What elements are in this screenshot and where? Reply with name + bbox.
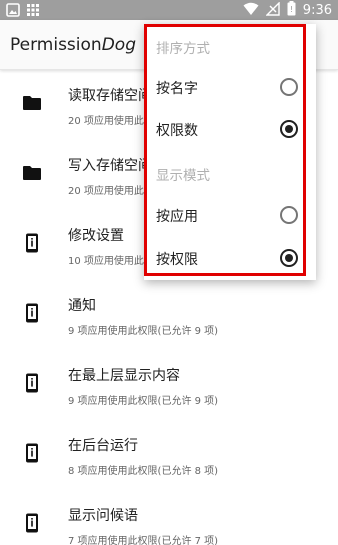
list-item[interactable]: 通知 9 项应用使用此权限(已允许 9 项) — [0, 281, 338, 351]
app-title-italic: Dog — [101, 35, 136, 55]
menu-header-sort: 排序方式 — [156, 41, 210, 57]
menu-header-display: 显示模式 — [156, 168, 210, 184]
list-item-subtitle: 9 项应用使用此权限(已允许 9 项) — [68, 396, 219, 407]
radio-display-by-permission[interactable] — [280, 249, 298, 267]
menu-item-display-by-app[interactable]: 按应用 — [144, 194, 316, 236]
menu-item-label: 按名字 — [156, 81, 198, 97]
list-item-subtitle: 9 项应用使用此权限(已允许 9 项) — [68, 326, 219, 337]
phone-info-icon — [22, 233, 42, 253]
menu-item-sort-by-count[interactable]: 权限数 — [144, 108, 316, 150]
status-bar: ! 9:36 — [0, 0, 338, 20]
signal-icon — [265, 0, 280, 20]
menu-section-display: 显示模式 — [144, 151, 316, 193]
image-icon — [6, 2, 20, 21]
app-title: PermissionDog — [10, 35, 136, 55]
status-time: 9:36 — [302, 3, 332, 18]
menu-item-label: 权限数 — [156, 123, 198, 139]
list-item-title: 修改设置 — [68, 228, 124, 244]
list-item-subtitle: 7 项应用使用此权限(已允许 7 项) — [68, 536, 219, 545]
app-title-regular: Permission — [10, 35, 102, 55]
radio-sort-by-name[interactable] — [280, 78, 298, 96]
phone-info-icon — [22, 373, 42, 393]
list-item-subtitle: 8 项应用使用此权限(已允许 8 项) — [68, 466, 219, 477]
list-item[interactable]: 在后台运行 8 项应用使用此权限(已允许 8 项) — [0, 421, 338, 491]
menu-item-label: 按应用 — [156, 209, 198, 225]
wifi-icon — [243, 2, 259, 20]
svg-text:!: ! — [290, 5, 293, 14]
menu-item-label: 按权限 — [156, 252, 198, 268]
list-item-title: 写入存储空间 — [68, 158, 152, 174]
list-item[interactable]: 在最上层显示内容 9 项应用使用此权限(已允许 9 项) — [0, 351, 338, 421]
list-item-title: 读取存储空间 — [68, 88, 152, 104]
phone-info-icon — [22, 443, 42, 463]
list-item-title: 显示问候语 — [68, 508, 138, 524]
radio-display-by-app[interactable] — [280, 206, 298, 224]
list-item-title: 在最上层显示内容 — [68, 368, 180, 384]
list-item-title: 通知 — [68, 298, 96, 314]
list-item[interactable]: 显示问候语 7 项应用使用此权限(已允许 7 项) — [0, 491, 338, 545]
menu-section-sort: 排序方式 — [144, 24, 316, 66]
radio-sort-by-count[interactable] — [280, 120, 298, 138]
battery-icon: ! — [287, 1, 296, 20]
folder-icon — [22, 163, 42, 183]
folder-icon — [22, 93, 42, 113]
list-item-title: 在后台运行 — [68, 438, 138, 454]
menu-item-sort-by-name[interactable]: 按名字 — [144, 66, 316, 108]
phone-info-icon — [22, 513, 42, 533]
menu-item-display-by-permission[interactable]: 按权限 — [144, 237, 316, 279]
options-menu: 排序方式 按名字 权限数 显示模式 按应用 按权限 — [144, 24, 316, 280]
grid-icon — [26, 2, 40, 21]
phone-info-icon — [22, 303, 42, 323]
